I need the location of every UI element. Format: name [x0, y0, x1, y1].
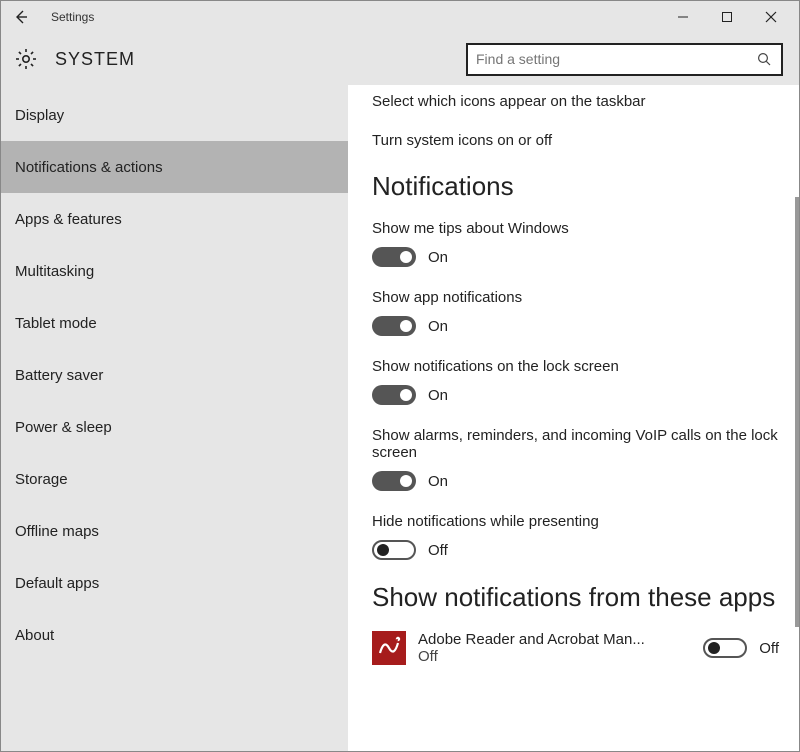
- toggle-lock-screen[interactable]: [372, 385, 416, 405]
- window-title: Settings: [51, 10, 94, 24]
- sidebar-item-label: Notifications & actions: [15, 159, 163, 176]
- sidebar: Display Notifications & actions Apps & f…: [1, 85, 348, 751]
- toggle-tips[interactable]: [372, 247, 416, 267]
- minimize-button[interactable]: [661, 3, 705, 31]
- app-info: Adobe Reader and Acrobat Man... Off: [418, 631, 703, 665]
- toggle-app-adobe[interactable]: [703, 638, 747, 658]
- sidebar-item-label: Tablet mode: [15, 315, 97, 332]
- toggle-hide-presenting[interactable]: [372, 540, 416, 560]
- sidebar-item-label: Storage: [15, 471, 68, 488]
- sidebar-item-multitasking[interactable]: Multitasking: [1, 245, 348, 297]
- app-row-adobe-reader[interactable]: Adobe Reader and Acrobat Man... Off Off: [372, 631, 779, 665]
- back-button[interactable]: [7, 3, 35, 31]
- search-box[interactable]: [466, 43, 783, 76]
- close-button[interactable]: [749, 3, 793, 31]
- maximize-button[interactable]: [705, 3, 749, 31]
- setting-label: Show notifications on the lock screen: [372, 358, 779, 375]
- main-area: Display Notifications & actions Apps & f…: [1, 85, 799, 751]
- sidebar-item-label: Battery saver: [15, 367, 103, 384]
- toggle-state: On: [428, 249, 448, 266]
- link-system-icons[interactable]: Turn system icons on or off: [372, 132, 779, 149]
- content-pane: Select which icons appear on the taskbar…: [348, 85, 799, 751]
- setting-hide-presenting: Hide notifications while presenting Off: [372, 513, 779, 560]
- setting-lock-screen: Show notifications on the lock screen On: [372, 358, 779, 405]
- sidebar-item-storage[interactable]: Storage: [1, 453, 348, 505]
- sidebar-item-label: Offline maps: [15, 523, 99, 540]
- app-state-line: Off: [418, 648, 703, 665]
- sidebar-item-tablet-mode[interactable]: Tablet mode: [1, 297, 348, 349]
- adobe-reader-icon: [372, 631, 406, 665]
- setting-label: Show me tips about Windows: [372, 220, 779, 237]
- setting-app-notifications: Show app notifications On: [372, 289, 779, 336]
- setting-tips: Show me tips about Windows On: [372, 220, 779, 267]
- system-title: SYSTEM: [55, 49, 135, 70]
- search-icon: [755, 50, 773, 68]
- toggle-state: On: [428, 473, 448, 490]
- setting-alarms-voip: Show alarms, reminders, and incoming VoI…: [372, 427, 779, 491]
- toggle-state: Off: [759, 640, 779, 657]
- sidebar-item-display[interactable]: Display: [1, 89, 348, 141]
- toggle-state: On: [428, 318, 448, 335]
- setting-label: Show alarms, reminders, and incoming VoI…: [372, 427, 779, 461]
- section-notifications-title: Notifications: [372, 171, 779, 202]
- sidebar-item-label: Multitasking: [15, 263, 94, 280]
- sidebar-item-default-apps[interactable]: Default apps: [1, 557, 348, 609]
- header-row: SYSTEM: [1, 33, 799, 85]
- sidebar-item-apps-features[interactable]: Apps & features: [1, 193, 348, 245]
- toggle-state: Off: [428, 542, 448, 559]
- sidebar-item-about[interactable]: About: [1, 609, 348, 661]
- app-name: Adobe Reader and Acrobat Man...: [418, 631, 648, 648]
- sidebar-item-notifications[interactable]: Notifications & actions: [1, 141, 348, 193]
- sidebar-item-offline-maps[interactable]: Offline maps: [1, 505, 348, 557]
- titlebar: Settings: [1, 1, 799, 33]
- search-input[interactable]: [476, 51, 755, 67]
- sidebar-item-battery-saver[interactable]: Battery saver: [1, 349, 348, 401]
- sidebar-item-power-sleep[interactable]: Power & sleep: [1, 401, 348, 453]
- setting-label: Hide notifications while presenting: [372, 513, 779, 530]
- section-apps-title: Show notifications from these apps: [372, 582, 779, 613]
- toggle-alarms-voip[interactable]: [372, 471, 416, 491]
- link-taskbar-icons[interactable]: Select which icons appear on the taskbar: [372, 93, 779, 110]
- sidebar-item-label: Display: [15, 107, 64, 124]
- sidebar-item-label: Power & sleep: [15, 419, 112, 436]
- sidebar-item-label: Default apps: [15, 575, 99, 592]
- sidebar-item-label: About: [15, 627, 54, 644]
- toggle-app-notifications[interactable]: [372, 316, 416, 336]
- setting-label: Show app notifications: [372, 289, 779, 306]
- sidebar-item-label: Apps & features: [15, 211, 122, 228]
- scrollbar[interactable]: [795, 197, 799, 627]
- gear-icon: [13, 46, 39, 72]
- toggle-state: On: [428, 387, 448, 404]
